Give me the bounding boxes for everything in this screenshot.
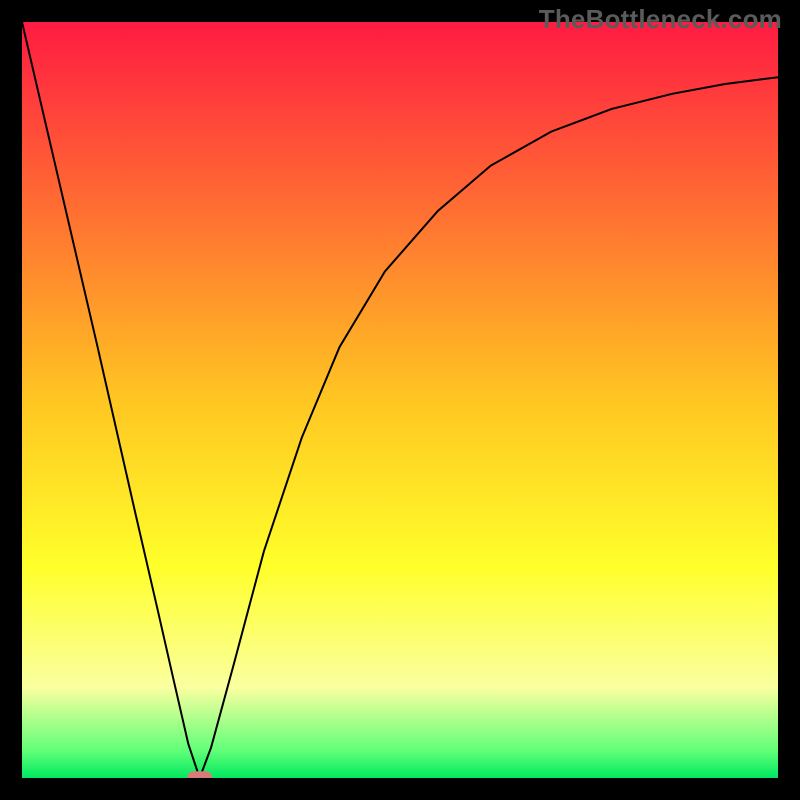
minimum-marker <box>187 771 212 778</box>
plot-background <box>22 22 778 778</box>
watermark-label: TheBottleneck.com <box>539 4 782 35</box>
bottleneck-plot <box>22 22 778 778</box>
chart-frame: TheBottleneck.com <box>0 0 800 800</box>
